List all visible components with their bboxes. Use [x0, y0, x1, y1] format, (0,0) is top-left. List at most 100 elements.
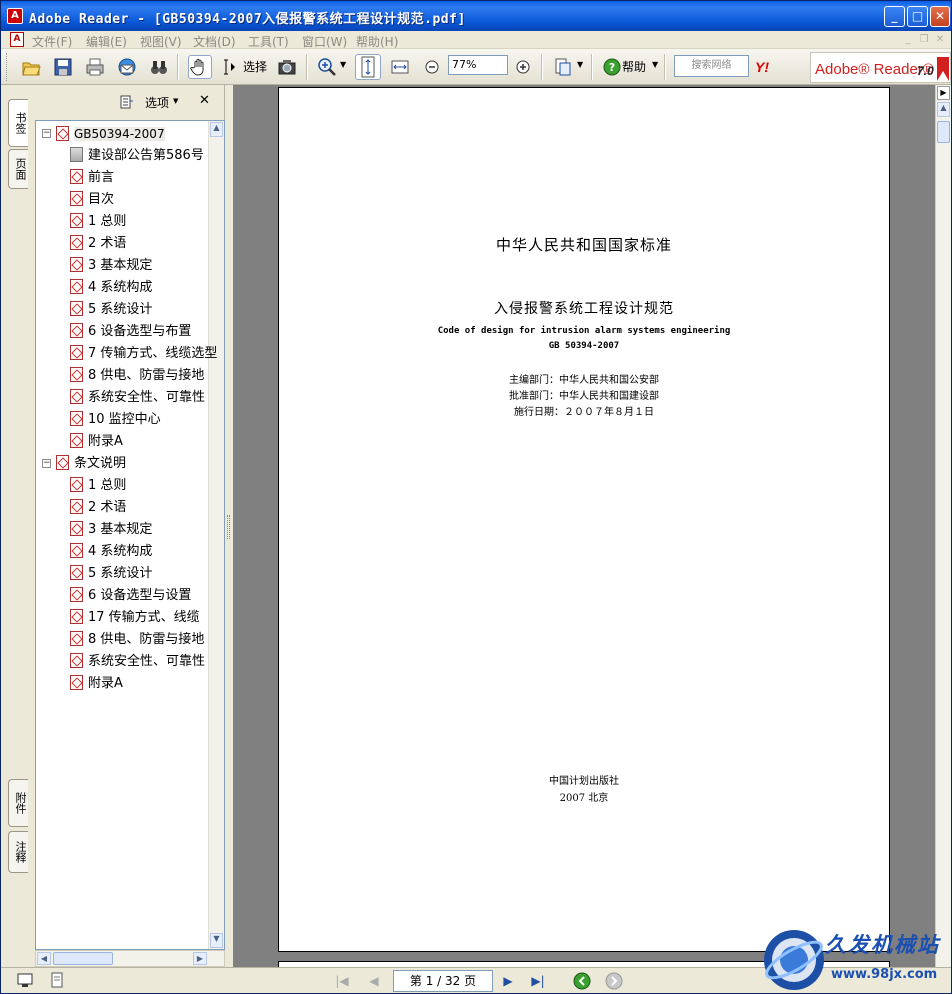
- doc-restore-icon[interactable]: ❐: [917, 33, 931, 47]
- help-dropdown-icon[interactable]: ▼: [652, 60, 658, 69]
- bookmark-options-icon[interactable]: [120, 95, 134, 109]
- bookmark-tree-hscrollbar[interactable]: ◀ ▶: [35, 950, 225, 967]
- rotate-view-icon[interactable]: [553, 57, 573, 77]
- scroll-up-icon[interactable]: ▲: [210, 122, 223, 137]
- tab-pages[interactable]: 页面: [8, 149, 28, 189]
- bookmark-item[interactable]: 附录A: [70, 674, 123, 694]
- hscroll-thumb[interactable]: [53, 952, 113, 965]
- bookmark-item[interactable]: 4 系统构成: [70, 542, 152, 562]
- close-button[interactable]: ✕: [930, 6, 950, 27]
- document-view[interactable]: 中华人民共和国国家标准 入侵报警系统工程设计规范 Code of design …: [233, 85, 935, 967]
- zoom-level-field[interactable]: 77%: [448, 55, 508, 75]
- bookmark-item[interactable]: 建设部公告第586号: [70, 146, 204, 166]
- menu-document[interactable]: 文档(D): [193, 33, 236, 50]
- save-icon[interactable]: [53, 57, 73, 77]
- bookmark-item[interactable]: 附录A: [70, 432, 123, 452]
- menu-file[interactable]: 文件(F): [32, 33, 72, 50]
- bookmarks-panel-header: 选项 ▼ ✕: [33, 85, 223, 119]
- select-tool-label[interactable]: 选择: [243, 58, 267, 75]
- bookmark-item[interactable]: 系统安全性、可靠性: [70, 652, 205, 672]
- bookmark-tree-scrollbar[interactable]: ▲ ▼: [208, 121, 224, 949]
- pdf-page[interactable]: 中华人民共和国国家标准 入侵报警系统工程设计规范 Code of design …: [278, 87, 890, 952]
- tab-comments[interactable]: 注释: [8, 831, 28, 873]
- next-view-icon[interactable]: [605, 972, 623, 990]
- bookmark-item[interactable]: 8 供电、防雷与接地: [70, 630, 204, 650]
- maximize-button[interactable]: □: [907, 6, 928, 27]
- search-web-input[interactable]: 搜索网络: [674, 55, 749, 77]
- page-number-field[interactable]: 第 1 / 32 页: [393, 970, 493, 992]
- bookmark-item[interactable]: 1 总则: [70, 476, 126, 496]
- bookmark-item[interactable]: 5 系统设计: [70, 564, 152, 584]
- fit-width-icon[interactable]: [390, 57, 410, 77]
- menu-tools[interactable]: 工具(T): [248, 33, 289, 50]
- collapse-icon[interactable]: −: [42, 129, 51, 138]
- previous-view-icon[interactable]: [573, 972, 591, 990]
- menu-edit[interactable]: 编辑(E): [86, 33, 127, 50]
- bookmark-item[interactable]: 17 传输方式、线缆: [70, 608, 200, 628]
- doc-minimize-icon[interactable]: _: [901, 33, 915, 47]
- toolbar-grip[interactable]: [6, 53, 9, 81]
- help-icon[interactable]: ?: [602, 57, 622, 77]
- scroll-right-icon[interactable]: ▶: [193, 952, 207, 965]
- tab-attachments[interactable]: 附件: [8, 779, 28, 827]
- scroll-left-icon[interactable]: ◀: [37, 952, 51, 965]
- options-menu[interactable]: 选项: [145, 94, 169, 111]
- bookmark-item[interactable]: 2 术语: [70, 234, 126, 254]
- snapshot-camera-icon[interactable]: [277, 57, 297, 77]
- bookmark-item[interactable]: 1 总则: [70, 212, 126, 232]
- panel-splitter[interactable]: [225, 85, 233, 967]
- bookmark-item[interactable]: 系统安全性、可靠性: [70, 388, 205, 408]
- tab-bookmarks[interactable]: 书签: [8, 99, 28, 147]
- bookmark-item[interactable]: 7 传输方式、线缆选型: [70, 344, 217, 364]
- menu-window[interactable]: 窗口(W): [302, 33, 347, 50]
- previous-page-icon[interactable]: ◀: [365, 972, 383, 990]
- bookmark-item[interactable]: 3 基本规定: [70, 256, 152, 276]
- bookmark-item[interactable]: 8 供电、防雷与接地: [70, 366, 204, 386]
- bookmark-item[interactable]: 前言: [70, 168, 114, 188]
- last-page-icon[interactable]: ▶|: [529, 972, 547, 990]
- bookmark-item[interactable]: 6 设备选型与设置: [70, 586, 191, 606]
- email-icon[interactable]: [117, 57, 137, 77]
- show-hide-panel-icon[interactable]: [16, 972, 34, 990]
- menu-help[interactable]: 帮助(H): [356, 33, 398, 50]
- zoom-in-icon[interactable]: [513, 57, 533, 77]
- zoom-tool-dropdown-icon[interactable]: ▼: [340, 60, 346, 69]
- fit-page-icon[interactable]: [355, 54, 381, 80]
- open-icon[interactable]: [21, 57, 41, 77]
- adobe-reader-app-icon[interactable]: A: [7, 8, 23, 24]
- bookmark-item[interactable]: 10 监控中心: [70, 410, 161, 430]
- page-navigation-arrow-icon[interactable]: ▶: [937, 86, 950, 100]
- scroll-down-icon[interactable]: ▼: [210, 933, 223, 948]
- document-scrollbar[interactable]: ▶ ▲: [935, 85, 951, 967]
- bookmark-item[interactable]: − 条文说明: [42, 454, 126, 474]
- page-layout-icon[interactable]: [48, 972, 66, 990]
- document-menu-icon[interactable]: A: [10, 32, 24, 47]
- zoom-out-icon[interactable]: [422, 57, 442, 77]
- hand-tool-icon[interactable]: [188, 55, 212, 79]
- yahoo-search-icon[interactable]: Y!: [755, 57, 779, 77]
- zoom-in-tool-icon[interactable]: [317, 57, 337, 77]
- bookmark-item[interactable]: 3 基本规定: [70, 520, 152, 540]
- rotate-dropdown-icon[interactable]: ▼: [577, 60, 583, 69]
- doc-scroll-thumb[interactable]: [937, 121, 950, 143]
- text-select-icon[interactable]: [221, 57, 235, 77]
- first-page-icon[interactable]: |◀: [333, 972, 351, 990]
- collapse-icon[interactable]: −: [42, 459, 51, 468]
- bookmark-item[interactable]: 4 系统构成: [70, 278, 152, 298]
- minimize-button[interactable]: _: [884, 6, 905, 27]
- doc-close-icon[interactable]: ✕: [933, 33, 947, 47]
- help-label[interactable]: 帮助: [622, 58, 646, 75]
- close-panel-button[interactable]: ✕: [199, 93, 210, 108]
- find-binoculars-icon[interactable]: [149, 57, 169, 77]
- title-bar[interactable]: A Adobe Reader - [GB50394-2007入侵报警系统工程设计…: [1, 1, 951, 31]
- next-page-icon[interactable]: ▶: [499, 972, 517, 990]
- bookmark-item[interactable]: 2 术语: [70, 498, 126, 518]
- menu-view[interactable]: 视图(V): [140, 33, 182, 50]
- print-icon[interactable]: [85, 57, 105, 77]
- bookmark-item[interactable]: 6 设备选型与布置: [70, 322, 191, 342]
- bookmark-item[interactable]: − GB50394-2007: [42, 124, 165, 144]
- options-dropdown-icon[interactable]: ▼: [173, 97, 178, 105]
- bookmark-item[interactable]: 5 系统设计: [70, 300, 152, 320]
- bookmark-item[interactable]: 目次: [70, 190, 114, 210]
- doc-scroll-up-icon[interactable]: ▲: [937, 102, 950, 117]
